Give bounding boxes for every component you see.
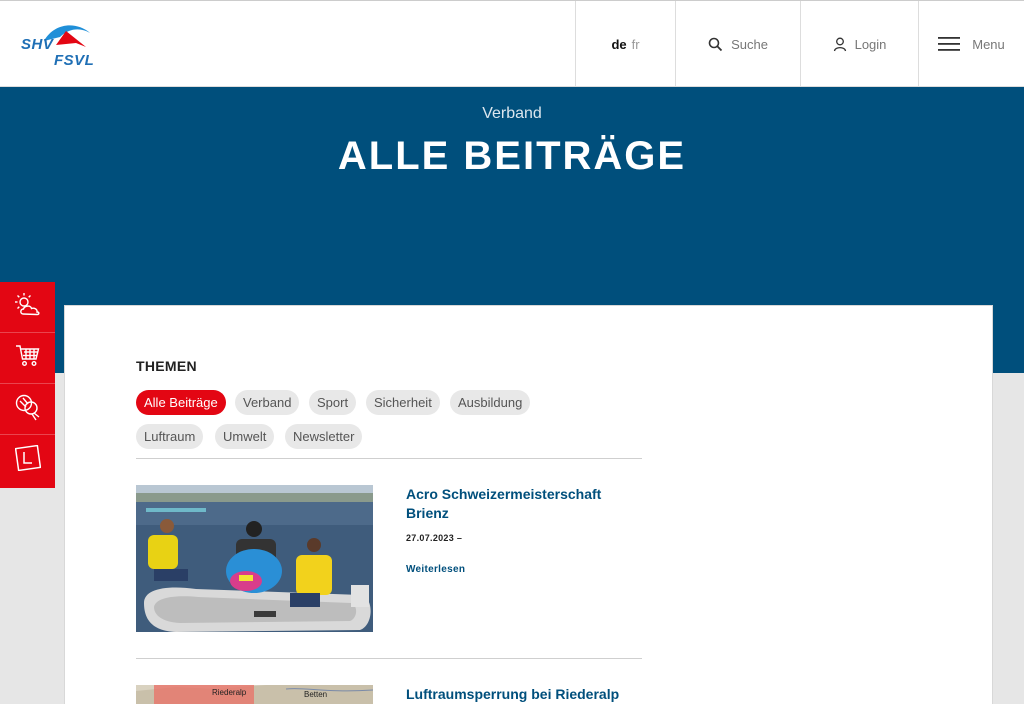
filter-chip-luftraum[interactable]: Luftraum: [136, 424, 204, 449]
read-more-link[interactable]: Weiterlesen: [406, 564, 465, 575]
page-title: ALLE BEITRÄGE: [337, 134, 687, 178]
login-button[interactable]: Login: [800, 1, 918, 87]
menu-button[interactable]: Menu: [918, 1, 1024, 87]
filter-chip-sport[interactable]: Sport: [309, 390, 357, 415]
filter-chip-ausbildung[interactable]: Ausbildung: [450, 390, 531, 415]
login-label: Login: [854, 36, 887, 52]
filter-chip-sicherheit[interactable]: Sicherheit: [366, 390, 440, 415]
side-item-shop[interactable]: [0, 333, 55, 384]
weather-icon: [13, 292, 43, 323]
map-label-riederalp: Riederalp: [212, 688, 247, 697]
language-switcher: de fr: [575, 1, 675, 87]
post-title-link[interactable]: Acro Schweizermeisterschaft Brienz: [406, 485, 646, 523]
filter-chip-newsletter[interactable]: Newsletter: [285, 424, 363, 449]
post-image-acro[interactable]: [136, 485, 373, 632]
post-image-riederalp-map[interactable]: Riederalp Betten: [136, 685, 373, 704]
side-item-flying[interactable]: [0, 384, 55, 435]
lang-de-link[interactable]: de: [611, 37, 626, 52]
side-item-learning[interactable]: [0, 435, 55, 486]
side-toolbar: [0, 282, 55, 488]
search-icon: [708, 37, 723, 52]
site-header: SHV FSVL de fr Suche Login Menu: [0, 0, 1024, 87]
lang-fr-link[interactable]: fr: [632, 37, 640, 52]
user-icon: [833, 37, 847, 52]
side-item-weather[interactable]: [0, 282, 55, 333]
divider: [136, 658, 642, 659]
post-date: 27.07.2023 –: [406, 533, 463, 543]
menu-label: Menu: [972, 36, 1005, 52]
logo-fsvl-text: FSVL: [54, 52, 95, 69]
shv-fsvl-logo[interactable]: SHV FSVL: [18, 21, 102, 71]
post-title-link[interactable]: Luftraumsperrung bei Riederalp: [406, 685, 646, 704]
filter-heading: THEMEN: [136, 358, 197, 374]
divider: [136, 458, 642, 459]
filter-chip-alle-beitraege[interactable]: Alle Beiträge: [136, 390, 226, 415]
cart-icon: [15, 344, 41, 373]
learner-icon: [14, 444, 41, 476]
search-button[interactable]: Suche: [675, 1, 800, 87]
filter-chip-umwelt[interactable]: Umwelt: [215, 424, 275, 449]
hamburger-icon: [938, 37, 961, 51]
banner-kicker: Verband: [482, 105, 542, 122]
filter-chip-verband[interactable]: Verband: [235, 390, 300, 415]
logo-shv-text: SHV: [21, 36, 54, 53]
paragliders-icon: [14, 393, 42, 426]
search-label: Suche: [731, 36, 768, 52]
map-label-betten: Betten: [304, 690, 327, 699]
